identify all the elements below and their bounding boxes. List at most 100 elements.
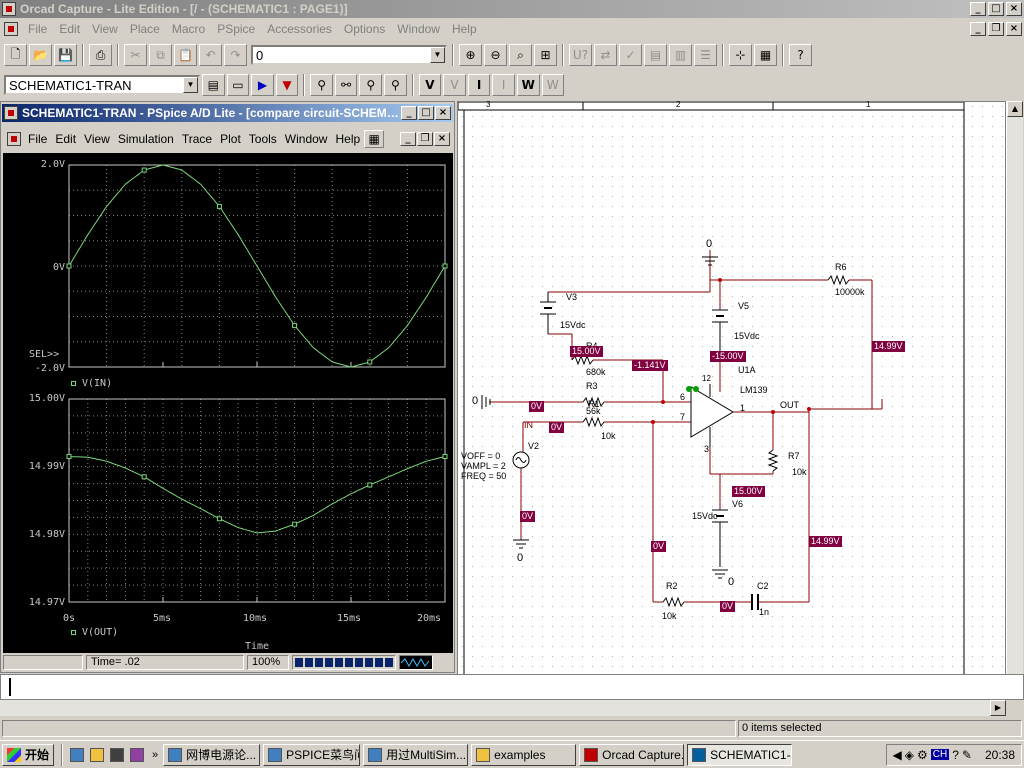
close-icon[interactable]: × [435, 106, 451, 120]
v2-label[interactable]: V2 [528, 441, 539, 451]
task-item-active[interactable]: SCHEMATIC1-... [687, 743, 793, 766]
netlist-icon[interactable]: ▤ [644, 44, 667, 66]
v5-label[interactable]: V5 [738, 301, 749, 311]
r7-value[interactable]: 10k [792, 467, 807, 477]
open-folder-icon[interactable]: 📂 [29, 44, 52, 66]
pspice-menu-help[interactable]: Help [331, 130, 364, 148]
session-log[interactable] [0, 674, 1024, 700]
undo-icon[interactable]: ↶ [199, 44, 222, 66]
menu-edit[interactable]: Edit [53, 20, 86, 38]
maximize-icon[interactable]: □ [988, 2, 1004, 16]
schematic-page[interactable]: 3 2 1 0 R6 10000k V3 15Vdc V5 15Vdc R4 6… [457, 100, 1006, 698]
zoom-in-icon[interactable]: ⊕ [459, 44, 482, 66]
schematic-hscroll[interactable]: ▶ [0, 700, 1006, 716]
start-button[interactable]: 开始 [2, 743, 54, 766]
lm139-label[interactable]: LM139 [740, 385, 768, 395]
close-icon[interactable]: × [1006, 2, 1022, 16]
help-icon[interactable]: ? [789, 44, 812, 66]
zoom-area-icon[interactable]: ⌕ [509, 44, 532, 66]
paste-icon[interactable]: 📋 [174, 44, 197, 66]
new-file-icon[interactable]: 🗋 [4, 44, 27, 66]
run-icon[interactable]: ▶ [251, 74, 274, 96]
v5-value[interactable]: 15Vdc [734, 331, 760, 341]
bias-voltage-icon[interactable]: V [418, 74, 442, 96]
project-manager-icon[interactable]: ▦ [754, 44, 777, 66]
r2-value[interactable]: 10k [662, 611, 677, 621]
menu-window[interactable]: Window [391, 20, 446, 38]
maximize-icon[interactable]: □ [418, 106, 434, 120]
task-item[interactable]: 用过MultiSim... [363, 743, 469, 766]
v3-label[interactable]: V3 [566, 292, 577, 302]
diff-marker-icon[interactable]: ⚯ [334, 74, 358, 96]
bias-voltage-sel-icon[interactable]: V [443, 74, 466, 96]
pspice-app-icon[interactable] [4, 106, 18, 120]
probe-plot-area[interactable]: 2.0V 0V SEL>> -2.0V V(IN) 15.00V 14.99V … [3, 153, 453, 653]
voltage-tag[interactable]: 0V [529, 401, 545, 412]
menu-macro[interactable]: Macro [166, 20, 211, 38]
tray-lang[interactable]: CH [930, 749, 950, 760]
voltage-tag[interactable]: 15.00V [732, 486, 765, 497]
pspice-menu-plot[interactable]: Plot [216, 130, 245, 148]
c2-label[interactable]: C2 [757, 581, 769, 591]
tray-ime-icon[interactable]: ✎ [962, 748, 972, 762]
plot2-legend[interactable]: V(OUT) [71, 627, 118, 638]
pspice-menu-view[interactable]: View [80, 130, 114, 148]
doc-restore-icon[interactable]: ❐ [417, 132, 433, 146]
r1-label[interactable]: R1 [588, 399, 600, 409]
doc-restore-icon[interactable]: ❐ [988, 21, 1004, 36]
bom-icon[interactable]: ☰ [694, 44, 717, 66]
v6-value[interactable]: 15Vdc [692, 511, 718, 521]
snap-grid-icon[interactable]: ⊹ [729, 44, 752, 66]
quicklaunch-folder-icon[interactable] [90, 747, 104, 762]
current-marker-icon[interactable]: ⚲ [359, 74, 383, 96]
pspice-menu-window[interactable]: Window [281, 130, 332, 148]
menu-file[interactable]: File [22, 20, 53, 38]
r1-value[interactable]: 10k [601, 431, 616, 441]
voltage-marker-icon[interactable]: ⚲ [310, 74, 333, 96]
r6-label[interactable]: R6 [835, 262, 847, 272]
back-annotate-icon[interactable]: ⇄ [594, 44, 617, 66]
bias-current-icon[interactable]: I [467, 74, 491, 96]
r2-label[interactable]: R2 [666, 581, 678, 591]
task-item[interactable]: 网博电源论... [163, 743, 261, 766]
bias-power-icon[interactable]: W [516, 74, 540, 96]
pspice-menu-file[interactable]: File [24, 130, 51, 148]
print-icon[interactable]: ⎙ [89, 44, 112, 66]
redo-icon[interactable]: ↷ [224, 44, 247, 66]
quicklaunch-media-icon[interactable] [130, 747, 144, 762]
pspice-doc-icon[interactable] [7, 132, 21, 146]
doc-minimize-icon[interactable]: _ [400, 132, 416, 146]
scroll-right-icon[interactable]: ▶ [990, 700, 1006, 716]
menu-view[interactable]: View [86, 20, 124, 38]
doc-close-icon[interactable]: × [434, 132, 450, 146]
power-marker-icon[interactable]: ⚲ [384, 74, 407, 96]
document-icon[interactable] [4, 21, 18, 36]
c2-value[interactable]: 1n [759, 607, 769, 617]
chevron-down-icon[interactable]: ▼ [183, 77, 198, 93]
view-sim-icon[interactable]: ▼ [275, 74, 299, 96]
in-net-label[interactable]: IN [524, 420, 533, 430]
schematic-vscroll[interactable]: ▲ ▼ [1006, 101, 1023, 698]
menu-options[interactable]: Options [338, 20, 391, 38]
zoom-all-icon[interactable]: ⊞ [534, 44, 557, 66]
r6-value[interactable]: 10000k [835, 287, 865, 297]
chevron-more-icon[interactable]: » [152, 749, 158, 761]
voltage-tag[interactable]: 15.00V [570, 346, 603, 357]
voltage-tag[interactable]: 0V [720, 601, 736, 612]
minimize-icon[interactable]: _ [970, 2, 986, 16]
cross-ref-icon[interactable]: ▥ [669, 44, 692, 66]
v3-value[interactable]: 15Vdc [560, 320, 586, 330]
voltage-tag[interactable]: 0V [520, 511, 536, 522]
menu-accessories[interactable]: Accessories [261, 20, 338, 38]
scroll-up-icon[interactable]: ▲ [1007, 101, 1023, 117]
probe-plot-svg[interactable] [3, 153, 453, 653]
v2-voff[interactable]: VOFF = 0 [461, 451, 500, 461]
pspice-menu-trace[interactable]: Trace [178, 130, 216, 148]
drc-icon[interactable]: ✓ [619, 44, 642, 66]
minimize-icon[interactable]: _ [401, 106, 417, 120]
menu-place[interactable]: Place [124, 20, 166, 38]
new-profile-icon[interactable]: ▤ [202, 74, 225, 96]
voltage-tag[interactable]: -15.00V [710, 351, 746, 362]
r7-label[interactable]: R7 [788, 451, 800, 461]
voltage-tag[interactable]: 14.99V [872, 341, 905, 352]
